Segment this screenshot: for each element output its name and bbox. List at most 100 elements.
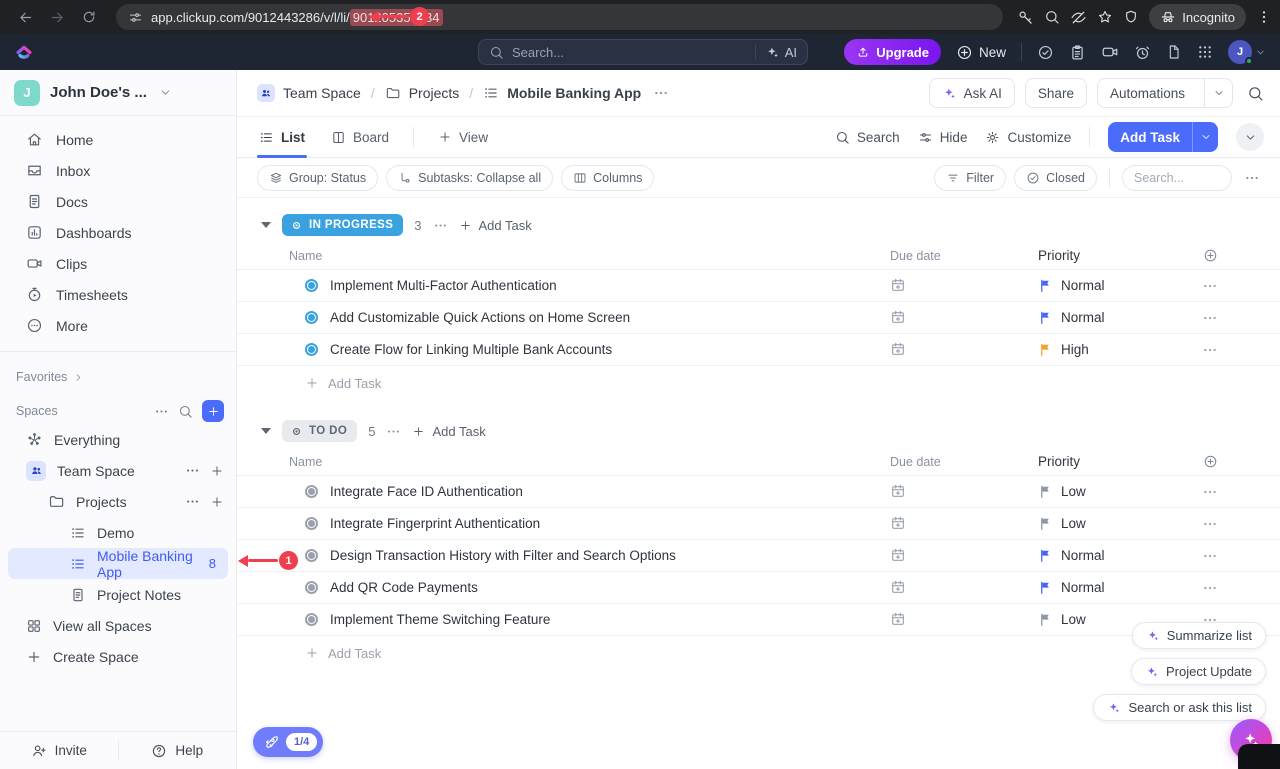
help-button[interactable]: Help bbox=[119, 732, 237, 769]
sidebar-item-mobile-banking-app[interactable]: Mobile Banking App 8 bbox=[8, 548, 228, 579]
calendar-plus-icon[interactable] bbox=[890, 341, 906, 357]
bookmark-star-icon[interactable] bbox=[1097, 9, 1113, 25]
status-ring-icon[interactable] bbox=[305, 343, 318, 356]
sidebar-item-create-space[interactable]: Create Space bbox=[0, 641, 236, 672]
group-add-task-button[interactable]: Add Task bbox=[459, 218, 532, 233]
sidebar-item-view-all-spaces[interactable]: View all Spaces bbox=[0, 610, 236, 641]
task-name[interactable]: Add QR Code Payments bbox=[330, 580, 478, 595]
row-ellipsis-icon[interactable] bbox=[1202, 342, 1218, 358]
task-name[interactable]: Implement Multi-Factor Authentication bbox=[330, 278, 557, 293]
browser-reload-button[interactable] bbox=[76, 4, 102, 30]
browser-menu-kebab-icon[interactable] bbox=[1256, 9, 1272, 25]
add-view-button[interactable]: View bbox=[436, 117, 490, 157]
filter-pill[interactable]: Filter bbox=[934, 165, 1006, 191]
automations-button[interactable]: Automations bbox=[1097, 78, 1233, 108]
priority-flag-icon[interactable] bbox=[1038, 484, 1053, 499]
breadcrumb-team-space[interactable]: Team Space bbox=[283, 85, 361, 101]
breadcrumb-ellipsis-icon[interactable] bbox=[653, 85, 669, 101]
clickup-logo-icon[interactable] bbox=[14, 42, 34, 62]
notepad-icon[interactable] bbox=[1069, 44, 1086, 61]
add-task-row[interactable]: Add Task bbox=[237, 366, 1280, 400]
row-ellipsis-icon[interactable] bbox=[1202, 516, 1218, 532]
priority-flag-icon[interactable] bbox=[1038, 612, 1053, 627]
checkmark-circle-icon[interactable] bbox=[1037, 44, 1054, 61]
tab-list[interactable]: List bbox=[257, 117, 307, 157]
add-column-icon[interactable] bbox=[1203, 248, 1218, 263]
row-ellipsis-icon[interactable] bbox=[1202, 484, 1218, 500]
columns-pill[interactable]: Columns bbox=[561, 165, 654, 191]
invite-button[interactable]: Invite bbox=[0, 732, 118, 769]
ask-ai-button[interactable]: Ask AI bbox=[929, 78, 1015, 108]
search-ai-button[interactable]: AI bbox=[755, 44, 797, 60]
spaces-ellipsis-icon[interactable] bbox=[154, 404, 169, 419]
share-button[interactable]: Share bbox=[1025, 78, 1087, 108]
eye-off-icon[interactable] bbox=[1070, 9, 1087, 26]
filter-ellipsis-icon[interactable] bbox=[1240, 170, 1264, 186]
project-update-button[interactable]: Project Update bbox=[1131, 658, 1266, 685]
summarize-list-button[interactable]: Summarize list bbox=[1132, 622, 1266, 649]
priority-flag-icon[interactable] bbox=[1038, 580, 1053, 595]
task-name[interactable]: Add Customizable Quick Actions on Home S… bbox=[330, 310, 630, 325]
task-name[interactable]: Implement Theme Switching Feature bbox=[330, 612, 550, 627]
collapse-triangle-icon[interactable] bbox=[261, 222, 271, 228]
header-search-icon[interactable] bbox=[1247, 85, 1264, 102]
projects-ellipsis-icon[interactable] bbox=[185, 494, 200, 509]
calendar-plus-icon[interactable] bbox=[890, 515, 906, 531]
extension-icon[interactable] bbox=[1123, 9, 1139, 25]
task-row[interactable]: Add QR Code Payments Normal bbox=[237, 572, 1280, 604]
sidebar-item-team-space[interactable]: Team Space bbox=[0, 455, 236, 486]
group-by-pill[interactable]: Group: Status bbox=[257, 165, 378, 191]
sidebar-item-clips[interactable]: Clips bbox=[0, 248, 236, 279]
status-ring-icon[interactable] bbox=[305, 279, 318, 292]
sidebar-item-docs[interactable]: Docs bbox=[0, 186, 236, 217]
sidebar-item-demo-list[interactable]: Demo bbox=[0, 517, 236, 548]
sidebar-item-projects-folder[interactable]: Projects bbox=[0, 486, 236, 517]
task-row[interactable]: Integrate Fingerprint Authentication Low bbox=[237, 508, 1280, 540]
add-task-button[interactable]: Add Task bbox=[1108, 122, 1218, 152]
priority-flag-icon[interactable] bbox=[1038, 516, 1053, 531]
collapse-header-chevron[interactable] bbox=[1236, 123, 1264, 151]
upgrade-button[interactable]: Upgrade bbox=[844, 39, 941, 65]
group-ellipsis-icon[interactable] bbox=[433, 218, 448, 233]
calendar-plus-icon[interactable] bbox=[890, 483, 906, 499]
add-task-chevron[interactable] bbox=[1192, 122, 1218, 152]
password-key-icon[interactable] bbox=[1017, 9, 1034, 26]
task-name[interactable]: Create Flow for Linking Multiple Bank Ac… bbox=[330, 342, 612, 357]
site-settings-icon[interactable] bbox=[128, 10, 143, 25]
tab-board[interactable]: Board bbox=[329, 117, 391, 157]
breadcrumb-projects[interactable]: Projects bbox=[409, 85, 460, 101]
status-ring-icon[interactable] bbox=[305, 581, 318, 594]
status-ring-icon[interactable] bbox=[305, 549, 318, 562]
spaces-header[interactable]: Spaces bbox=[0, 398, 236, 424]
onboarding-progress-button[interactable]: 1/4 bbox=[253, 727, 323, 757]
team-space-ellipsis-icon[interactable] bbox=[185, 463, 200, 478]
priority-flag-icon[interactable] bbox=[1038, 342, 1053, 357]
task-row[interactable]: Integrate Face ID Authentication Low bbox=[237, 476, 1280, 508]
status-badge[interactable]: IN PROGRESS bbox=[282, 214, 403, 236]
avatar-chevron-down-icon[interactable] bbox=[1255, 47, 1266, 58]
status-ring-icon[interactable] bbox=[305, 311, 318, 324]
workspace-switcher[interactable]: J John Doe's ... bbox=[0, 70, 236, 116]
zoom-icon[interactable] bbox=[1044, 9, 1060, 25]
calendar-plus-icon[interactable] bbox=[890, 309, 906, 325]
status-ring-icon[interactable] bbox=[305, 517, 318, 530]
sidebar-item-inbox[interactable]: Inbox bbox=[0, 155, 236, 186]
calendar-plus-icon[interactable] bbox=[890, 547, 906, 563]
task-row[interactable]: Design Transaction History with Filter a… bbox=[237, 540, 1280, 572]
row-ellipsis-icon[interactable] bbox=[1202, 548, 1218, 564]
hide-button[interactable]: Hide bbox=[918, 130, 968, 145]
sidebar-item-dashboards[interactable]: Dashboards bbox=[0, 217, 236, 248]
group-add-task-button[interactable]: Add Task bbox=[412, 424, 485, 439]
closed-pill[interactable]: Closed bbox=[1014, 165, 1097, 191]
new-button[interactable]: New bbox=[956, 44, 1006, 61]
status-ring-icon[interactable] bbox=[305, 485, 318, 498]
calendar-plus-icon[interactable] bbox=[890, 611, 906, 627]
task-row[interactable]: Create Flow for Linking Multiple Bank Ac… bbox=[237, 334, 1280, 366]
add-column-icon[interactable] bbox=[1203, 454, 1218, 469]
sidebar-item-more[interactable]: More bbox=[0, 310, 236, 341]
sidebar-item-timesheets[interactable]: Timesheets bbox=[0, 279, 236, 310]
spaces-search-icon[interactable] bbox=[178, 404, 193, 419]
search-or-ask-button[interactable]: Search or ask this list bbox=[1093, 694, 1266, 721]
browser-forward-button[interactable] bbox=[44, 4, 70, 30]
apps-grid-icon[interactable] bbox=[1197, 44, 1213, 60]
